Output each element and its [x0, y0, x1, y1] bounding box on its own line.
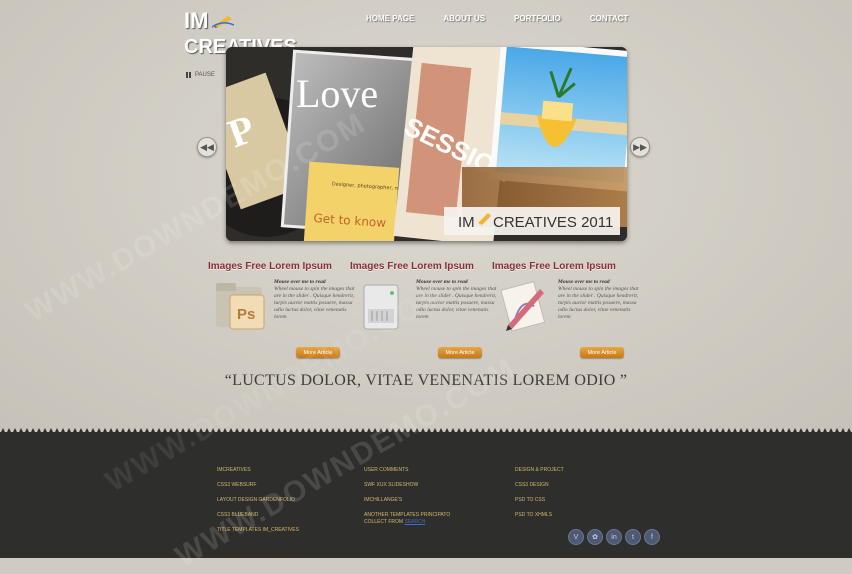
love-photo-text: Love: [296, 71, 378, 116]
feature-lead: Mouse over me to read: [416, 279, 468, 285]
feature-body: Wheel mouse to spin the images that are …: [416, 286, 497, 320]
footer-search-link[interactable]: SEARCH: [404, 519, 425, 525]
footer-column-3: DESIGN & PROJECT CSS3 DESIGN PSD TO CSS …: [515, 463, 564, 523]
footer-link[interactable]: LAYOUT DESIGN GARDENFOLIO: [217, 493, 299, 508]
caption-brand: IM: [458, 214, 475, 231]
vimeo-icon[interactable]: V: [568, 529, 584, 545]
facebook-icon[interactable]: f: [644, 529, 660, 545]
slider-prev-button[interactable]: ◀◀: [197, 137, 217, 157]
pause-icon: [186, 72, 192, 78]
slider-collage: P Love Designer, photographer, maker of …: [226, 47, 627, 241]
footer-link[interactable]: PSD TO CSS: [515, 493, 564, 508]
svg-text:Ps: Ps: [237, 306, 255, 323]
feature-lead: Mouse over me to read: [274, 279, 326, 285]
twitter-icon[interactable]: t: [625, 529, 641, 545]
feature-lead: Mouse over me to read: [558, 279, 610, 285]
footer-multiline: ANOTHER TEMPLATES PRINCIPATO COLLECT FRO…: [364, 512, 450, 526]
flickr-icon[interactable]: ✿: [587, 529, 603, 545]
footer-link[interactable]: CSS3 BLUEBAND: [217, 508, 299, 523]
pen-logo-icon: [212, 16, 234, 28]
feature-body: Wheel mouse to spin the images that are …: [558, 286, 639, 320]
footer-link[interactable]: IMCHILLANGE'S: [364, 493, 450, 508]
nav-about-us[interactable]: ABOUT US: [443, 14, 485, 23]
server-icon: [363, 284, 399, 330]
feature-title: Images Free Lorem Ipsum: [350, 261, 474, 272]
photoshop-folder-icon: Ps: [216, 283, 265, 330]
footer-link[interactable]: IMCREATIVES: [217, 463, 299, 478]
footer-column-1: IMCREATIVES CSS3 WEBSURF LAYOUT DESIGN G…: [217, 463, 299, 538]
feature-body: Wheel mouse to spin the images that are …: [274, 286, 355, 320]
linkedin-icon[interactable]: in: [606, 529, 622, 545]
footer-column-2: USER COMMENTS SWF XUX SLIDESHOW IMCHILLA…: [364, 463, 450, 532]
feature-title: Images Free Lorem Ipsum: [492, 261, 616, 272]
feature-column-2: Images Free Lorem Ipsum Mouse over me to…: [350, 261, 496, 358]
main-navigation: HOME PAGE ABOUT US PORTFOLIO CONTACT: [366, 14, 657, 23]
feature-column-1: Images Free Lorem Ipsum Ps Mouse over me…: [208, 261, 354, 358]
footer-link[interactable]: CSS3 DESIGN: [515, 478, 564, 493]
pencil-drawing-icon: [500, 280, 546, 332]
image-slider[interactable]: P Love Designer, photographer, maker of …: [226, 47, 627, 241]
caption-text: CREATIVES 2011: [493, 214, 613, 231]
more-article-button[interactable]: More Article: [438, 347, 482, 358]
footer-text: COLLECT FROM: [364, 519, 404, 525]
slider-pause-button[interactable]: PAUSE: [186, 72, 215, 78]
slider-next-button[interactable]: ▶▶: [630, 137, 650, 157]
feature-column-3: Images Free Lorem Ipsum Mouse over me to…: [492, 261, 638, 358]
social-links: V ✿ in t f: [568, 529, 660, 545]
more-article-button[interactable]: More Article: [296, 347, 340, 358]
footer-link[interactable]: SWF XUX SLIDESHOW: [364, 478, 450, 493]
feature-title: Images Free Lorem Ipsum: [208, 261, 332, 272]
footer-link[interactable]: USER COMMENTS: [364, 463, 450, 478]
pause-label: PAUSE: [195, 72, 215, 78]
quote-banner: “LUCTUS DOLOR, VITAE VENENATIS LOREM ODI…: [224, 372, 628, 389]
footer-link[interactable]: DESIGN & PROJECT: [515, 463, 564, 478]
more-article-button[interactable]: More Article: [580, 347, 624, 358]
footer-link[interactable]: TITLE TEMPLATES IM_CREATIVES: [217, 523, 299, 538]
double-chevron-left-icon: ◀◀: [200, 141, 214, 152]
nav-contact[interactable]: CONTACT: [590, 14, 629, 23]
footer-link[interactable]: CSS3 WEBSURF: [217, 478, 299, 493]
double-chevron-right-icon: ▶▶: [633, 141, 647, 152]
footer-link[interactable]: PSD TO XHMLS: [515, 508, 564, 523]
logo-im-text: IM: [184, 8, 209, 33]
footer-link[interactable]: ANOTHER TEMPLATES PRINCIPATO: [364, 512, 450, 519]
nav-portfolio[interactable]: PORTFOLIO: [514, 14, 561, 23]
nav-home-page[interactable]: HOME PAGE: [366, 14, 414, 23]
